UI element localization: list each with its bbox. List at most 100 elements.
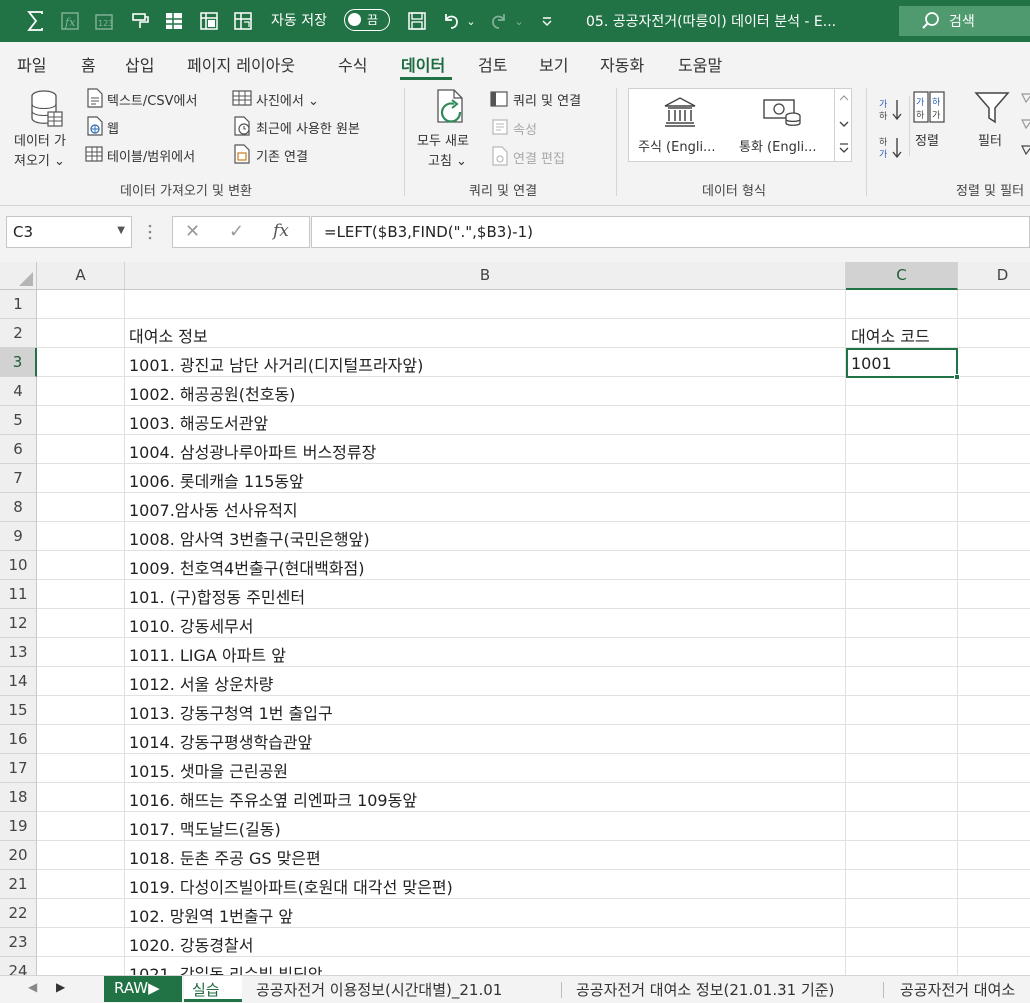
cell-b-station[interactable]: 1011. LIGA 아파트 앞 bbox=[129, 642, 843, 666]
cell-b-station[interactable]: 1010. 강동세무서 bbox=[129, 613, 843, 637]
sort-button[interactable]: 정렬 bbox=[915, 130, 939, 149]
next-sheet-icon[interactable]: ▶ bbox=[56, 980, 65, 994]
formula-input[interactable]: =LEFT($B3,FIND(".",$B3)-1) bbox=[311, 216, 1030, 248]
recent-sources[interactable]: 최근에 사용한 원본 bbox=[256, 118, 360, 137]
row-header[interactable]: 6 bbox=[0, 435, 37, 464]
cell-b-station[interactable]: 101. (구)합정동 주민센터 bbox=[129, 584, 843, 608]
customize-quick-access-icon[interactable] bbox=[538, 8, 556, 34]
queries-connections[interactable]: 쿼리 및 연결 bbox=[513, 90, 581, 109]
tab-automate[interactable]: 자동화 bbox=[600, 52, 644, 76]
row-header[interactable]: 16 bbox=[0, 725, 37, 754]
row-header[interactable]: 19 bbox=[0, 812, 37, 841]
row-header[interactable]: 13 bbox=[0, 638, 37, 667]
select-all-corner[interactable] bbox=[0, 262, 37, 290]
from-picture[interactable]: 사진에서 ⌄ bbox=[256, 90, 319, 109]
cell-b-station[interactable]: 1002. 해공공원(천호동) bbox=[129, 381, 843, 405]
filter-button[interactable]: 필터 bbox=[978, 130, 1002, 149]
sheet-tab-station-info[interactable]: 공공자전거 대여소 정보(21.01.31 기준) bbox=[568, 976, 842, 1002]
tab-help[interactable]: 도움말 bbox=[678, 52, 722, 76]
from-table-range[interactable]: 테이블/범위에서 bbox=[107, 146, 195, 165]
cancel-icon[interactable]: ✕ bbox=[185, 221, 200, 242]
insert-function-icon[interactable]: fx bbox=[58, 8, 82, 34]
row-header[interactable]: 5 bbox=[0, 406, 37, 435]
cell-b-station[interactable]: 1020. 강동경찰서 bbox=[129, 932, 843, 956]
column-header-a[interactable]: A bbox=[37, 262, 125, 290]
redo-icon[interactable] bbox=[488, 8, 510, 34]
cell-b-station[interactable]: 1021. 강일동 리슈빌 빌딩앞 bbox=[129, 961, 843, 975]
undo-icon[interactable] bbox=[440, 8, 462, 34]
cell-b-station[interactable]: 1012. 서울 상운차량 bbox=[129, 671, 843, 695]
enter-icon[interactable]: ✓ bbox=[229, 221, 244, 242]
spreadsheet-grid[interactable]: A B C D 1 2 대여소 정보 대여소 코드 3 1001. 광진교 남단 사거리(… bbox=[0, 262, 1030, 975]
row-header[interactable]: 24 bbox=[0, 957, 37, 975]
advanced-filter-icons[interactable] bbox=[1020, 90, 1030, 162]
tab-review[interactable]: 검토 bbox=[478, 52, 507, 76]
sort-descending-icon[interactable]: 하가 bbox=[878, 134, 904, 162]
cell-b-station[interactable]: 1004. 삼성광나루아파트 버스정류장 bbox=[129, 439, 843, 463]
insert-function-icon[interactable]: fx bbox=[273, 221, 289, 241]
cell-b-station[interactable]: 1015. 샛마을 근린공원 bbox=[129, 758, 843, 782]
row-header[interactable]: 10 bbox=[0, 551, 37, 580]
row-header[interactable]: 4 bbox=[0, 377, 37, 406]
gallery-up-icon[interactable] bbox=[839, 94, 849, 102]
row-header[interactable]: 17 bbox=[0, 754, 37, 783]
tab-page-layout[interactable]: 페이지 레이아웃 bbox=[187, 52, 295, 76]
row-header[interactable]: 14 bbox=[0, 667, 37, 696]
cell-b-station[interactable]: 1003. 해공도서관앞 bbox=[129, 410, 843, 434]
row-header[interactable]: 3 bbox=[0, 348, 37, 377]
stocks-data-type[interactable]: 주식 (Engli... bbox=[638, 136, 715, 155]
column-header-c[interactable]: C bbox=[846, 262, 958, 290]
existing-connections[interactable]: 기존 연결 bbox=[256, 146, 308, 165]
formula-bar-grip[interactable] bbox=[148, 222, 152, 242]
refresh-all-label-2[interactable]: 고침 ⌄ bbox=[428, 150, 467, 169]
row-header[interactable]: 18 bbox=[0, 783, 37, 812]
gallery-down-icon[interactable] bbox=[839, 120, 849, 128]
cell-b-station[interactable]: 1008. 암사역 3번출구(국민은행앞) bbox=[129, 526, 843, 550]
cell-b-station[interactable]: 1018. 둔촌 주공 GS 맞은편 bbox=[129, 845, 843, 869]
name-box[interactable]: C3 ▼ bbox=[6, 216, 132, 248]
cell-b-station[interactable]: 102. 망원역 1번출구 앞 bbox=[129, 903, 843, 927]
from-text-csv[interactable]: 텍스트/CSV에서 bbox=[107, 90, 197, 109]
sort-ascending-icon[interactable]: 가하 bbox=[878, 96, 904, 124]
save-icon[interactable] bbox=[405, 8, 429, 34]
row-header[interactable]: 22 bbox=[0, 899, 37, 928]
tab-formulas[interactable]: 수식 bbox=[338, 52, 367, 76]
undo-dropdown-icon[interactable]: ⌄ bbox=[464, 8, 478, 34]
tab-insert[interactable]: 삽입 bbox=[125, 52, 154, 76]
autosum-icon[interactable] bbox=[24, 8, 48, 34]
search-box[interactable]: 검색 bbox=[899, 6, 1030, 36]
row-header[interactable]: 20 bbox=[0, 841, 37, 870]
cell-b-station[interactable]: 1014. 강동구평생학습관앞 bbox=[129, 729, 843, 753]
row-header[interactable]: 12 bbox=[0, 609, 37, 638]
row-header[interactable]: 2 bbox=[0, 319, 37, 348]
tab-data[interactable]: 데이터 bbox=[401, 52, 445, 76]
cell-b-station[interactable]: 1007.암사동 선사유적지 bbox=[129, 497, 843, 521]
row-header[interactable]: 21 bbox=[0, 870, 37, 899]
tab-view[interactable]: 보기 bbox=[539, 52, 568, 76]
currencies-data-type[interactable]: 통화 (Engli... bbox=[739, 136, 816, 155]
freeze-panes-icon[interactable] bbox=[231, 8, 255, 34]
cell-b-station[interactable]: 1009. 천호역4번출구(현대백화점) bbox=[129, 555, 843, 579]
row-header[interactable]: 1 bbox=[0, 290, 37, 319]
table-icon[interactable] bbox=[162, 8, 186, 34]
cell-b-station[interactable]: 1017. 맥도날드(길동) bbox=[129, 816, 843, 840]
edit-links[interactable]: 연결 편집 bbox=[513, 148, 565, 167]
tab-file[interactable]: 파일 bbox=[17, 52, 46, 76]
cell-b-station[interactable]: 1001. 광진교 남단 사거리(디지털프라자앞) bbox=[129, 352, 843, 376]
cell-b-station[interactable]: 1006. 롯데캐슬 115동앞 bbox=[129, 468, 843, 492]
cell-b-station[interactable]: 1013. 강동구청역 1번 출입구 bbox=[129, 700, 843, 724]
row-header[interactable]: 15 bbox=[0, 696, 37, 725]
gallery-more-icon[interactable] bbox=[839, 142, 849, 154]
cell-c2-header[interactable]: 대여소 코드 bbox=[851, 323, 955, 347]
prev-sheet-icon[interactable]: ◀ bbox=[28, 980, 37, 994]
autosave-toggle[interactable]: 끔 bbox=[344, 9, 390, 31]
properties[interactable]: 속성 bbox=[513, 119, 537, 138]
get-data-label-2[interactable]: 져오기 ⌄ bbox=[14, 150, 65, 169]
redo-dropdown-icon[interactable]: ⌄ bbox=[512, 8, 526, 34]
tab-home[interactable]: 홈 bbox=[81, 52, 96, 76]
row-header[interactable]: 8 bbox=[0, 493, 37, 522]
sheet-tab-raw[interactable]: RAW▶ bbox=[104, 976, 182, 1002]
from-web[interactable]: 웹 bbox=[107, 118, 119, 137]
format-painter-icon[interactable] bbox=[128, 8, 152, 34]
row-header[interactable]: 9 bbox=[0, 522, 37, 551]
